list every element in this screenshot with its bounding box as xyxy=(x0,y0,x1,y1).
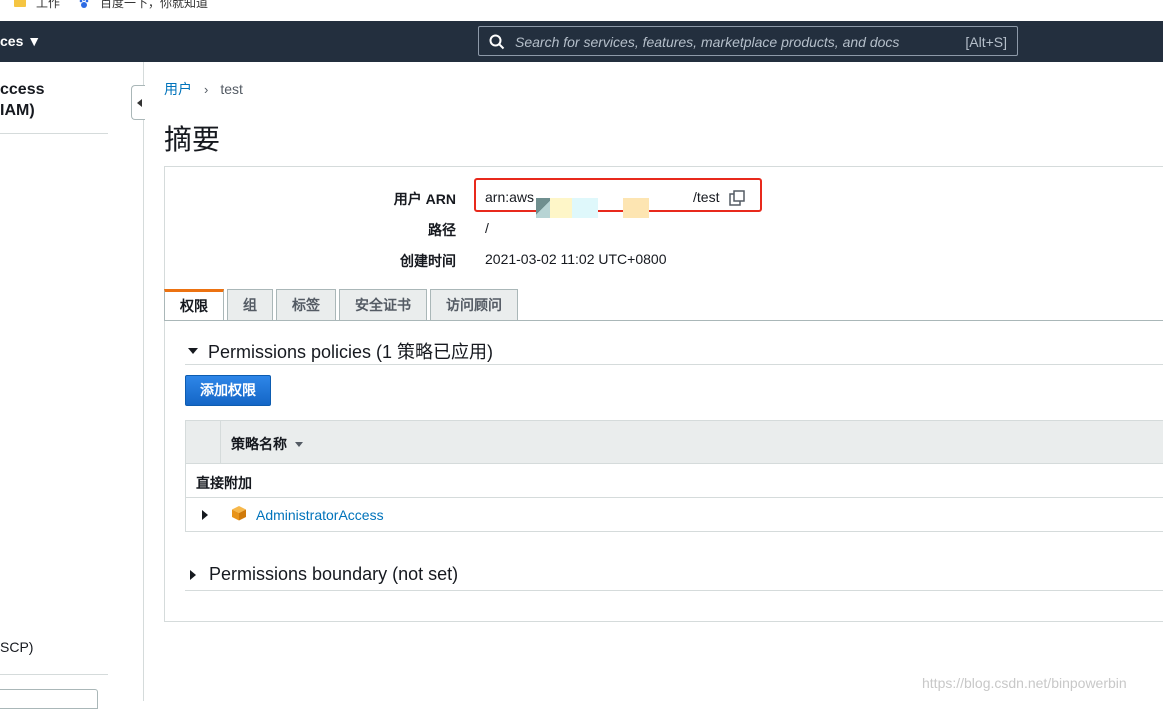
copy-icon[interactable] xyxy=(728,189,746,207)
caret-right-icon xyxy=(190,570,196,580)
sort-caret-icon xyxy=(295,442,303,447)
permissions-boundary-toggle[interactable]: Permissions boundary (not set) xyxy=(188,564,458,585)
path-value: / xyxy=(485,220,489,236)
section-divider xyxy=(185,590,1163,591)
sidebar-title-line1: ccess xyxy=(0,79,45,100)
breadcrumb: 用户 › test xyxy=(164,79,243,99)
arn-label: 用户 ARN xyxy=(316,189,456,209)
tab-tags[interactable]: 标签 xyxy=(276,289,336,321)
tab-access-advisor[interactable]: 访问顾问 xyxy=(430,289,518,321)
column-label: 策略名称 xyxy=(231,434,287,454)
sidebar-title[interactable]: ccess IAM) xyxy=(0,79,45,121)
folder-icon xyxy=(14,0,26,7)
page-title: 摘要 xyxy=(164,118,220,158)
aws-managed-policy-icon xyxy=(231,505,247,521)
tab-divider xyxy=(164,320,1163,321)
arn-value-start: arn:aws xyxy=(485,189,534,205)
bookmark-label: 工作 xyxy=(36,0,60,11)
search-input[interactable]: Search for services, features, marketpla… xyxy=(478,26,1018,56)
caret-down-icon xyxy=(188,348,198,354)
search-shortcut: [Alt+S] xyxy=(965,34,1007,50)
content-panel xyxy=(164,166,1163,622)
bookmark-work[interactable]: 工作 xyxy=(14,0,60,11)
services-menu[interactable]: ces ▼ xyxy=(0,33,41,49)
policy-link-administratoraccess[interactable]: AdministratorAccess xyxy=(256,507,384,523)
permissions-boundary-heading: Permissions boundary (not set) xyxy=(209,564,458,585)
section-divider xyxy=(185,364,1163,365)
redaction-mosaic xyxy=(550,198,572,218)
tab-permissions[interactable]: 权限 xyxy=(164,289,224,321)
chevron-left-icon xyxy=(137,99,142,107)
group-label: 直接附加 xyxy=(196,473,252,493)
group-row-direct: 直接附加 xyxy=(186,464,1163,498)
path-label: 路径 xyxy=(316,220,456,240)
baidu-icon xyxy=(78,0,90,9)
arn-value-end: /test xyxy=(693,189,719,205)
tab-security-credentials[interactable]: 安全证书 xyxy=(339,289,427,321)
top-navbar: ces ▼ Search for services, features, mar… xyxy=(0,21,1163,62)
tab-bar: 权限 组 标签 安全证书 访问顾问 xyxy=(164,289,521,321)
created-label: 创建时间 xyxy=(316,251,456,271)
sidebar-collapse-toggle[interactable] xyxy=(131,85,145,120)
breadcrumb-current: test xyxy=(220,81,243,97)
redaction-mosaic xyxy=(536,198,550,218)
redaction-mosaic xyxy=(623,198,649,218)
search-placeholder: Search for services, features, marketpla… xyxy=(515,34,899,50)
sidebar-item-scp[interactable]: SCP) xyxy=(0,639,33,655)
created-value: 2021-03-02 11:02 UTC+0800 xyxy=(485,251,666,267)
sidebar-divider xyxy=(0,674,108,675)
add-permissions-button[interactable]: 添加权限 xyxy=(185,375,271,406)
table-row: AdministratorAccess xyxy=(186,498,1163,532)
table-header: 策略名称 xyxy=(186,421,1163,464)
sidebar-divider xyxy=(0,133,108,134)
tab-groups[interactable]: 组 xyxy=(227,289,273,321)
search-icon xyxy=(489,34,505,50)
sidebar-select[interactable] xyxy=(0,689,98,709)
policy-name-column-header[interactable]: 策略名称 xyxy=(231,434,303,454)
watermark: https://blog.csdn.net/binpowerbin xyxy=(922,675,1127,691)
bookmark-baidu[interactable]: 百度一下，你就知道 xyxy=(78,0,208,11)
redaction-mosaic xyxy=(572,198,598,218)
chevron-right-icon: › xyxy=(204,82,208,97)
left-sidebar: ccess IAM) SCP) xyxy=(0,62,144,701)
sidebar-title-line2: IAM) xyxy=(0,100,45,121)
breadcrumb-users-link[interactable]: 用户 xyxy=(164,79,192,99)
select-column xyxy=(186,421,221,464)
expand-row-icon[interactable] xyxy=(202,510,208,520)
bookmarks-bar: 工作 百度一下，你就知道 xyxy=(0,0,1163,21)
policies-table: 策略名称 直接附加 AdministratorAccess xyxy=(185,420,1163,532)
permissions-policies-heading: Permissions policies (1 策略已应用) xyxy=(208,338,493,364)
bookmark-label: 百度一下，你就知道 xyxy=(100,0,208,11)
permissions-policies-toggle[interactable]: Permissions policies (1 策略已应用) xyxy=(188,338,493,364)
